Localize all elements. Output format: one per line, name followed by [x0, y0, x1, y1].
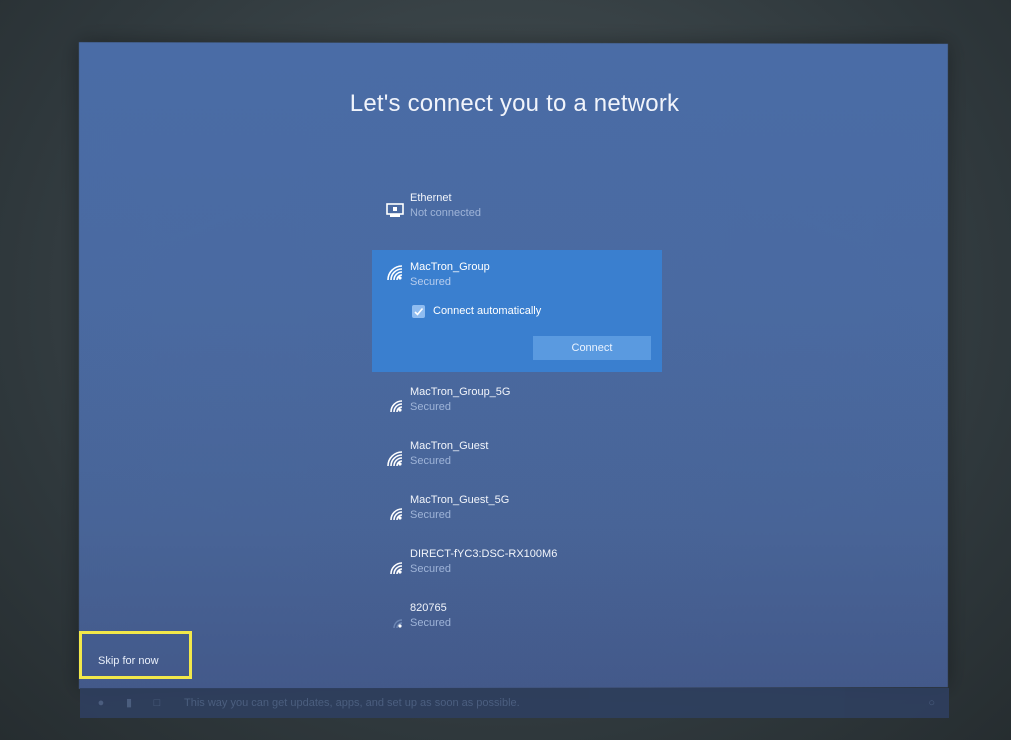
network-name: MacTron_Group — [410, 261, 490, 273]
network-name: Ethernet — [410, 192, 452, 204]
wifi-secured-icon — [384, 262, 406, 284]
wifi-secured-icon — [384, 502, 406, 524]
connect-button[interactable]: Connect — [533, 336, 651, 360]
network-status: Secured — [410, 401, 451, 413]
network-item[interactable]: MacTron_Group_5G Secured — [372, 386, 662, 432]
network-name: DIRECT-fYC3:DSC-RX100M6 — [410, 548, 558, 560]
network-status: Secured — [410, 563, 451, 575]
selected-network-card[interactable]: MacTron_Group Secured Connect automatica… — [372, 250, 662, 372]
taskbar-tip-text: This way you can get updates, apps, and … — [184, 697, 520, 709]
skip-for-now-link[interactable]: Skip for now — [98, 655, 159, 667]
network-item-ethernet[interactable]: Ethernet Not connected — [372, 192, 662, 238]
ease-of-access-icon[interactable]: ● — [94, 697, 108, 709]
network-status: Secured — [410, 276, 451, 288]
microphone-icon[interactable]: ▮ — [122, 697, 136, 709]
network-item[interactable]: DIRECT-fYC3:DSC-RX100M6 Secured — [372, 548, 662, 594]
wifi-secured-icon — [384, 448, 406, 470]
keyboard-icon[interactable]: □ — [150, 697, 164, 709]
ethernet-icon — [384, 200, 406, 222]
network-item[interactable]: MacTron_Guest Secured — [372, 440, 662, 486]
wifi-secured-icon — [384, 556, 406, 578]
network-item[interactable]: 820765 Secured — [372, 602, 662, 648]
network-item[interactable]: MacTron_Guest_5G Secured — [372, 494, 662, 540]
taskbar: ● ▮ □ This way you can get updates, apps… — [80, 688, 949, 718]
network-status-icon[interactable]: ○ — [928, 697, 935, 709]
network-status: Secured — [410, 509, 451, 521]
network-status: Secured — [410, 617, 451, 629]
network-name: MacTron_Guest_5G — [410, 494, 510, 506]
wifi-weak-icon — [384, 610, 406, 632]
network-name: 820765 — [410, 602, 447, 614]
wifi-secured-icon — [384, 394, 406, 416]
connect-automatically-label[interactable]: Connect automatically — [433, 305, 541, 317]
connect-automatically-checkbox[interactable] — [412, 305, 425, 318]
network-status: Secured — [410, 455, 451, 467]
page-title: Let's connect you to a network — [349, 90, 680, 117]
network-name: MacTron_Guest — [410, 440, 489, 452]
network-name: MacTron_Group_5G — [410, 386, 511, 398]
network-status: Not connected — [410, 207, 481, 219]
